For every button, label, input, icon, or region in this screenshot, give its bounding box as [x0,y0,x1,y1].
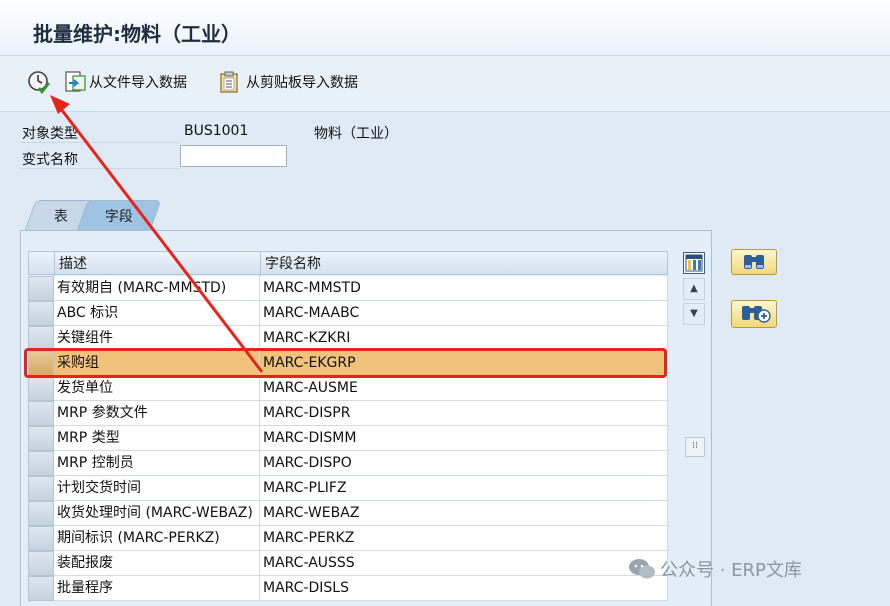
row-selector[interactable] [28,401,54,426]
row-field-name: MARC-MAABC [260,301,668,326]
table-row[interactable]: 计划交货时间 MARC-PLIFZ [28,476,668,501]
row-field-name: MARC-AUSME [260,376,668,401]
column-header-field-name[interactable]: 字段名称 [261,252,667,276]
row-selector[interactable] [28,551,54,576]
object-type-value: BUS1001 [184,123,249,139]
object-type-label: 对象类型 [22,126,78,142]
row-field-name: MARC-DISLS [260,576,668,601]
table-row[interactable]: 收货处理时间 (MARC-WEBAZ) MARC-WEBAZ [28,501,668,526]
row-field-name: MARC-DISPO [260,451,668,476]
table-row[interactable]: 有效期自 (MARC-MMSTD) MARC-MMSTD [28,276,668,301]
column-config-button[interactable] [683,252,705,274]
row-selector[interactable] [28,301,54,326]
row-selector[interactable] [28,376,54,401]
page-title: 批量维护:物料（工业） [33,22,241,46]
tab-table-label: 表 [53,209,68,225]
import-from-file-button[interactable]: 从文件导入数据 [63,70,187,94]
table-row[interactable]: 批量程序 MARC-DISLS [28,576,668,601]
triangle-up-icon: ▲ [690,283,698,294]
variant-name-label: 变式名称 [22,152,78,168]
table-header: 描述 字段名称 [28,251,668,276]
table-row[interactable]: ABC 标识 MARC-MAABC [28,301,668,326]
binoculars-plus-icon [742,306,771,323]
tab-fields[interactable]: 字段 [76,200,162,231]
watermark: 公众号 · ERP文库 [628,556,802,582]
row-selector[interactable] [28,501,54,526]
table-row[interactable]: MRP 类型 MARC-DISMM [28,426,668,451]
object-type-description: 物料（工业） [314,126,398,142]
table-row[interactable]: 期间标识 (MARC-PERKZ) MARC-PERKZ [28,526,668,551]
table-row[interactable]: MRP 参数文件 MARC-DISPR [28,401,668,426]
row-field-name: MARC-WEBAZ [260,501,668,526]
wechat-icon [629,559,655,579]
row-field-name: MARC-PERKZ [260,526,668,551]
clipboard-icon [220,71,238,93]
binoculars-icon [744,255,764,269]
table-row[interactable]: MRP 控制员 MARC-DISPO [28,451,668,476]
row-description: 有效期自 (MARC-MMSTD) [54,276,260,301]
table-settings-icon [685,254,703,272]
row-description: 收货处理时间 (MARC-WEBAZ) [54,501,260,526]
row-field-name: MARC-DISMM [260,426,668,451]
scroll-down-button[interactable]: ▼ [683,303,705,325]
find-button[interactable] [731,249,777,275]
execute-button[interactable] [27,70,51,94]
row-selector[interactable] [28,426,54,451]
row-field-name: MARC-PLIFZ [260,476,668,501]
row-description: 装配报废 [54,551,260,576]
table-scrollbar[interactable]: ▲ ▼ ⁞⁞ [683,252,707,605]
row-description: ABC 标识 [54,301,260,326]
row-field-name: MARC-AUSSS [260,551,668,576]
file-import-icon [65,71,86,92]
find-next-button[interactable] [731,300,777,328]
select-all-header[interactable] [29,252,55,276]
table-row[interactable]: 装配报废 MARC-AUSSS [28,551,668,576]
highlight-annotation-box [24,348,667,378]
row-field-name: MARC-MMSTD [260,276,668,301]
import-from-clipboard-button[interactable]: 从剪贴板导入数据 [218,70,358,94]
row-selector[interactable] [28,476,54,501]
scroll-up-button[interactable]: ▲ [683,278,705,300]
row-description: 期间标识 (MARC-PERKZ) [54,526,260,551]
row-description: MRP 类型 [54,426,260,451]
application-toolbar: 从文件导入数据 从剪贴板导入数据 [0,56,890,112]
column-header-description[interactable]: 描述 [55,252,261,276]
row-description: MRP 控制员 [54,451,260,476]
tab-fields-label: 字段 [104,209,133,225]
clock-execute-icon [28,71,51,94]
table-row[interactable]: 发货单位 MARC-AUSME [28,376,668,401]
variant-name-input[interactable] [180,145,287,167]
row-selector[interactable] [28,526,54,551]
table-body: 有效期自 (MARC-MMSTD) MARC-MMSTD ABC 标识 MARC-M… [28,276,668,601]
triangle-down-icon: ▼ [690,308,698,319]
watermark-text: 公众号 · ERP文库 [660,560,802,581]
row-selector[interactable] [28,451,54,476]
row-description: 批量程序 [54,576,260,601]
import-from-file-label: 从文件导入数据 [89,75,187,91]
scroll-thumb[interactable]: ⁞⁞ [685,437,705,457]
row-description: MRP 参数文件 [54,401,260,426]
title-bar: 批量维护:物料（工业） [0,0,890,56]
row-selector[interactable] [28,576,54,601]
row-field-name: MARC-DISPR [260,401,668,426]
row-description: 发货单位 [54,376,260,401]
row-description: 计划交货时间 [54,476,260,501]
import-from-clipboard-label: 从剪贴板导入数据 [246,75,358,91]
row-selector[interactable] [28,276,54,301]
